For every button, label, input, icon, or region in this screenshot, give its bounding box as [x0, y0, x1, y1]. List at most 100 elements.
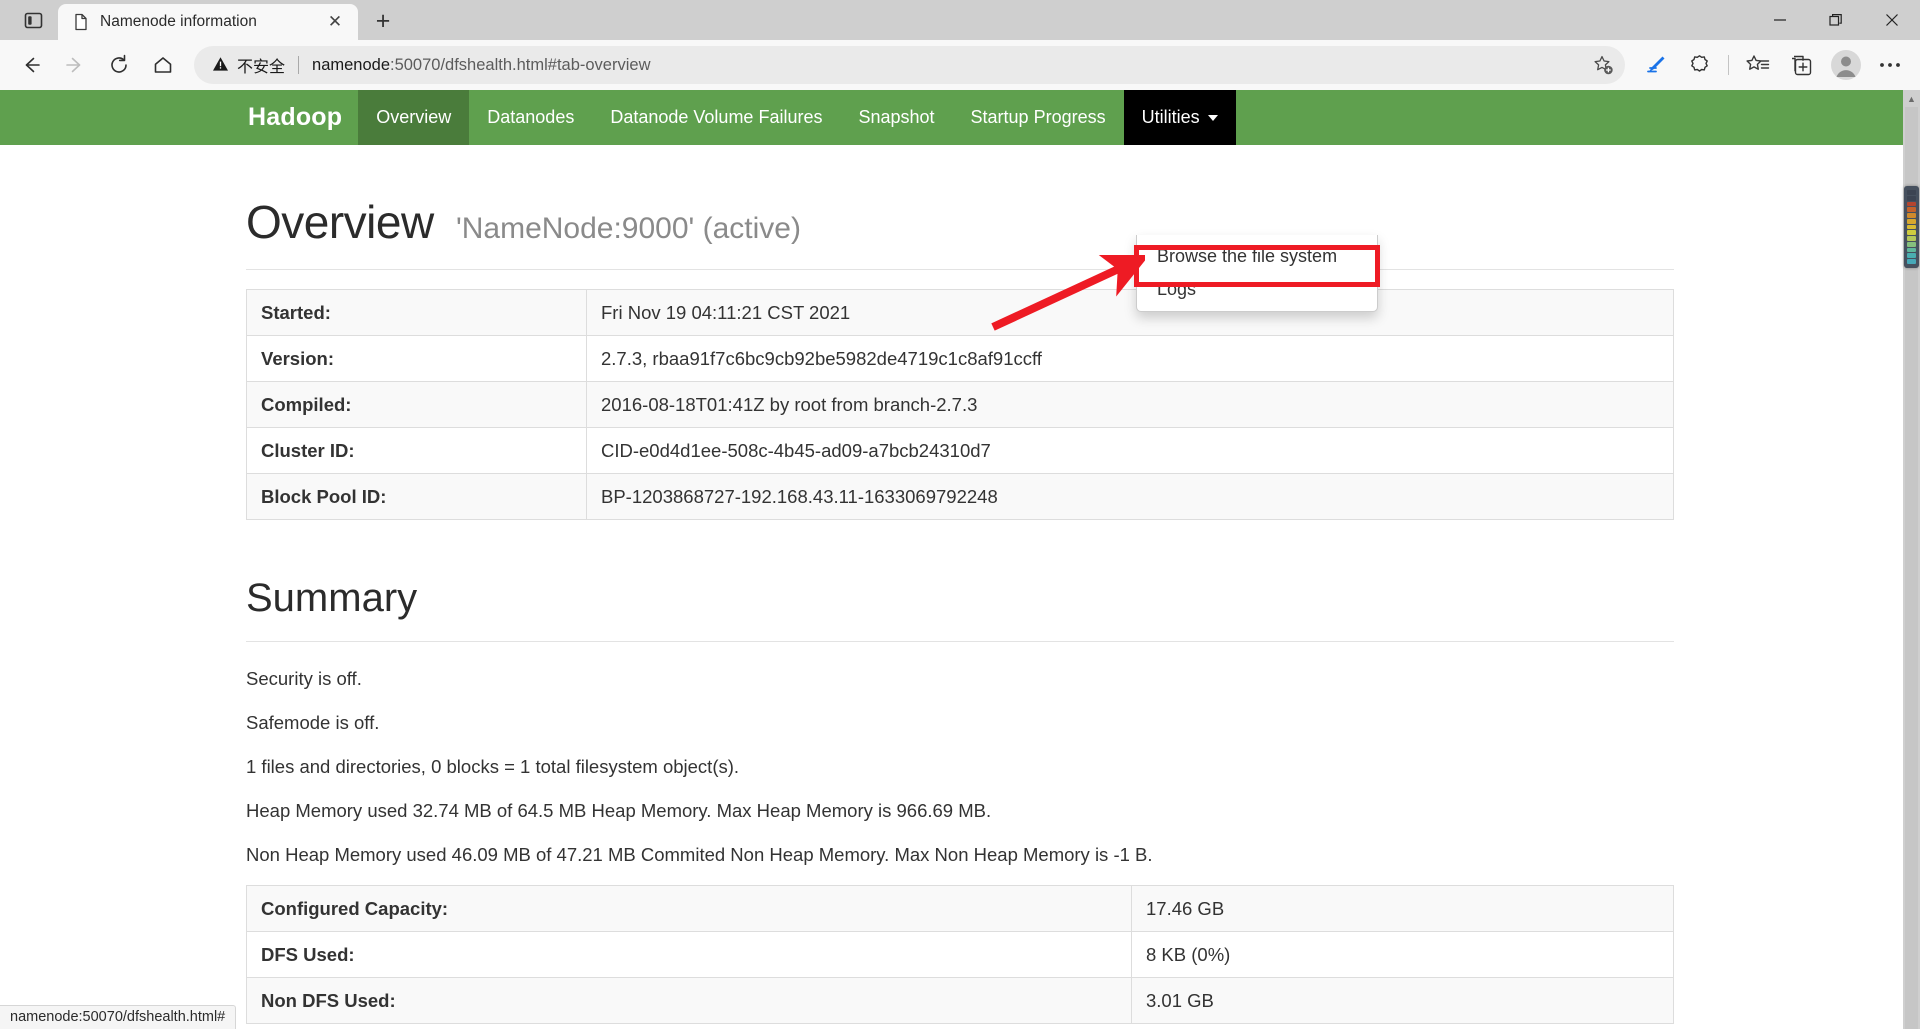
scrollbar-thumb-segment [1907, 236, 1916, 241]
content-container: Overview 'NameNode:9000' (active) Starte… [246, 195, 1674, 1024]
row-value: CID-e0d4d1ee-508c-4b45-ad09-a7bcb24310d7 [586, 427, 1674, 474]
scrollbar-thumb-segment [1907, 190, 1916, 195]
hadoop-brand[interactable]: Hadoop [232, 90, 358, 145]
nav-item-datanodes[interactable]: Datanodes [469, 90, 592, 145]
row-key: Started: [246, 289, 587, 336]
plus-icon[interactable]: + [364, 4, 402, 38]
scrollbar-thumb-segment [1907, 230, 1916, 236]
row-value: BP-1203868727-192.168.43.11-163306979224… [586, 473, 1674, 520]
row-key: Compiled: [246, 381, 587, 428]
table-row: DFS Used: 8 KB (0%) [246, 931, 1674, 978]
scrollbar-thumb[interactable] [1904, 186, 1919, 268]
tab-layout-icon[interactable] [12, 3, 54, 37]
menu-item-browse-the-file-system[interactable]: Browse the file system [1137, 240, 1377, 273]
page-content: Overview 'NameNode:9000' (active) Starte… [0, 195, 1920, 1024]
nav-item-overview[interactable]: Overview [358, 90, 470, 145]
minimize-icon[interactable] [1752, 0, 1808, 40]
forward-arrow-icon [54, 44, 96, 86]
red-arrow-annotation [991, 255, 1145, 331]
document-icon [72, 13, 90, 31]
favorites-star-list-icon[interactable] [1738, 45, 1778, 85]
menu-item-logs[interactable]: Logs [1137, 273, 1377, 306]
address-bar[interactable]: 不安全 namenode:50070/dfshealth.html#tab-ov… [194, 46, 1625, 84]
scroll-up-arrow-icon[interactable]: ▲ [1903, 90, 1920, 107]
table-row: Cluster ID: CID-e0d4d1ee-508c-4b45-ad09-… [246, 427, 1674, 474]
summary-line: Security is off. [246, 668, 362, 689]
summary-heading: Summary [246, 576, 418, 620]
summary-line: Heap Memory used 32.74 MB of 64.5 MB Hea… [246, 800, 992, 821]
warning-triangle-icon [212, 56, 229, 75]
title-divider [246, 269, 1674, 270]
summary-line: Safemode is off. [246, 712, 380, 733]
browser-toolbar: 不安全 namenode:50070/dfshealth.html#tab-ov… [0, 40, 1920, 90]
row-value: 8 KB (0%) [1131, 931, 1674, 978]
page-title-main: Overview [246, 196, 434, 248]
add-favorite-icon[interactable] [1587, 55, 1619, 76]
scrollbar-thumb-segment [1907, 253, 1916, 259]
row-key: Configured Capacity: [246, 885, 1132, 932]
summary-capacity-table: Configured Capacity: 17.46 GB DFS Used: … [246, 885, 1674, 1024]
toolbar-divider [1728, 55, 1729, 75]
nav-item-label: Snapshot [858, 107, 935, 127]
profile-avatar-icon[interactable] [1826, 45, 1866, 85]
toolbar-icons [1635, 45, 1910, 85]
scrollbar-thumb-segment [1907, 213, 1916, 218]
row-key: Non DFS Used: [246, 977, 1132, 1024]
table-row: Non DFS Used: 3.01 GB [246, 977, 1674, 1024]
row-key: Block Pool ID: [246, 473, 587, 520]
table-row: Version: 2.7.3, rbaa91f7c6bc9cb92be5982d… [246, 335, 1674, 382]
scrollbar-thumb-segment [1907, 207, 1916, 213]
table-row: Started: Fri Nov 19 04:11:21 CST 2021 [246, 289, 1674, 336]
row-key: DFS Used: [246, 931, 1132, 978]
reload-icon[interactable] [98, 44, 140, 86]
row-key: Cluster ID: [246, 427, 587, 474]
omnibox-divider [298, 56, 300, 74]
security-warning-text: 不安全 [237, 59, 286, 76]
scrollbar-thumb-segment [1907, 218, 1916, 224]
back-arrow-icon[interactable] [10, 44, 52, 86]
utilities-dropdown-menu: Browse the file system Logs [1136, 235, 1378, 312]
row-value: 17.46 GB [1131, 885, 1674, 932]
table-row: Compiled: 2016-08-18T01:41Z by root from… [246, 381, 1674, 428]
summary-divider [246, 641, 1674, 642]
window-controls [1752, 0, 1920, 40]
scrollbar-thumb-segment [1907, 259, 1916, 264]
collections-pen-icon[interactable] [1635, 45, 1675, 85]
close-icon[interactable]: ✕ [322, 9, 348, 35]
scrollbar-thumb-segment [1907, 241, 1916, 247]
tab-strip: Namenode information ✕ + [0, 0, 1920, 40]
chevron-down-icon [1207, 114, 1218, 121]
table-row: Configured Capacity: 17.46 GB [246, 885, 1674, 932]
nav-item-snapshot[interactable]: Snapshot [840, 90, 952, 145]
browser-window: Namenode information ✕ + 不安全 namenode:50… [0, 0, 1920, 1029]
restore-icon[interactable] [1808, 0, 1864, 40]
page-scrollbar[interactable]: ▲ [1903, 90, 1920, 1029]
browser-tab[interactable]: Namenode information ✕ [58, 4, 358, 40]
nav-item-label: Startup Progress [970, 107, 1106, 127]
row-value: 2.7.3, rbaa91f7c6bc9cb92be5982de4719c1c8… [586, 335, 1674, 382]
overview-table: Started: Fri Nov 19 04:11:21 CST 2021 Ve… [246, 289, 1674, 520]
nav-item-utilities[interactable]: Utilities [1123, 90, 1236, 145]
page-title: Overview 'NameNode:9000' (active) [246, 195, 1674, 249]
row-value: 3.01 GB [1131, 977, 1674, 1024]
home-icon[interactable] [142, 44, 184, 86]
nav-item-startup-progress[interactable]: Startup Progress [953, 90, 1124, 145]
nav-item-label: Datanodes [487, 107, 575, 127]
settings-more-icon[interactable] [1870, 45, 1910, 85]
scrollbar-thumb-segment [1907, 195, 1916, 201]
nav-item-datanode-volume-failures[interactable]: Datanode Volume Failures [592, 90, 840, 145]
row-value: 2016-08-18T01:41Z by root from branch-2.… [586, 381, 1674, 428]
split-screen-add-icon[interactable] [1782, 45, 1822, 85]
extensions-puzzle-icon[interactable] [1679, 45, 1719, 85]
hadoop-navbar: Hadoop Overview Datanodes Datanode Volum… [0, 90, 1920, 145]
close-icon[interactable] [1864, 0, 1920, 40]
page-title-sub: 'NameNode:9000' (active) [456, 212, 801, 245]
scrollbar-thumb-segment [1907, 224, 1916, 230]
security-warning[interactable]: 不安全 [212, 53, 285, 77]
scrollbar-thumb-segment [1907, 201, 1916, 207]
nav-item-label: Datanode Volume Failures [610, 107, 823, 127]
tab-title: Namenode information [100, 13, 257, 30]
table-row: Block Pool ID: BP-1203868727-192.168.43.… [246, 473, 1674, 520]
status-bar: namenode:50070/dfshealth.html# [0, 1005, 237, 1029]
summary-line: 1 files and directories, 0 blocks = 1 to… [246, 756, 740, 777]
